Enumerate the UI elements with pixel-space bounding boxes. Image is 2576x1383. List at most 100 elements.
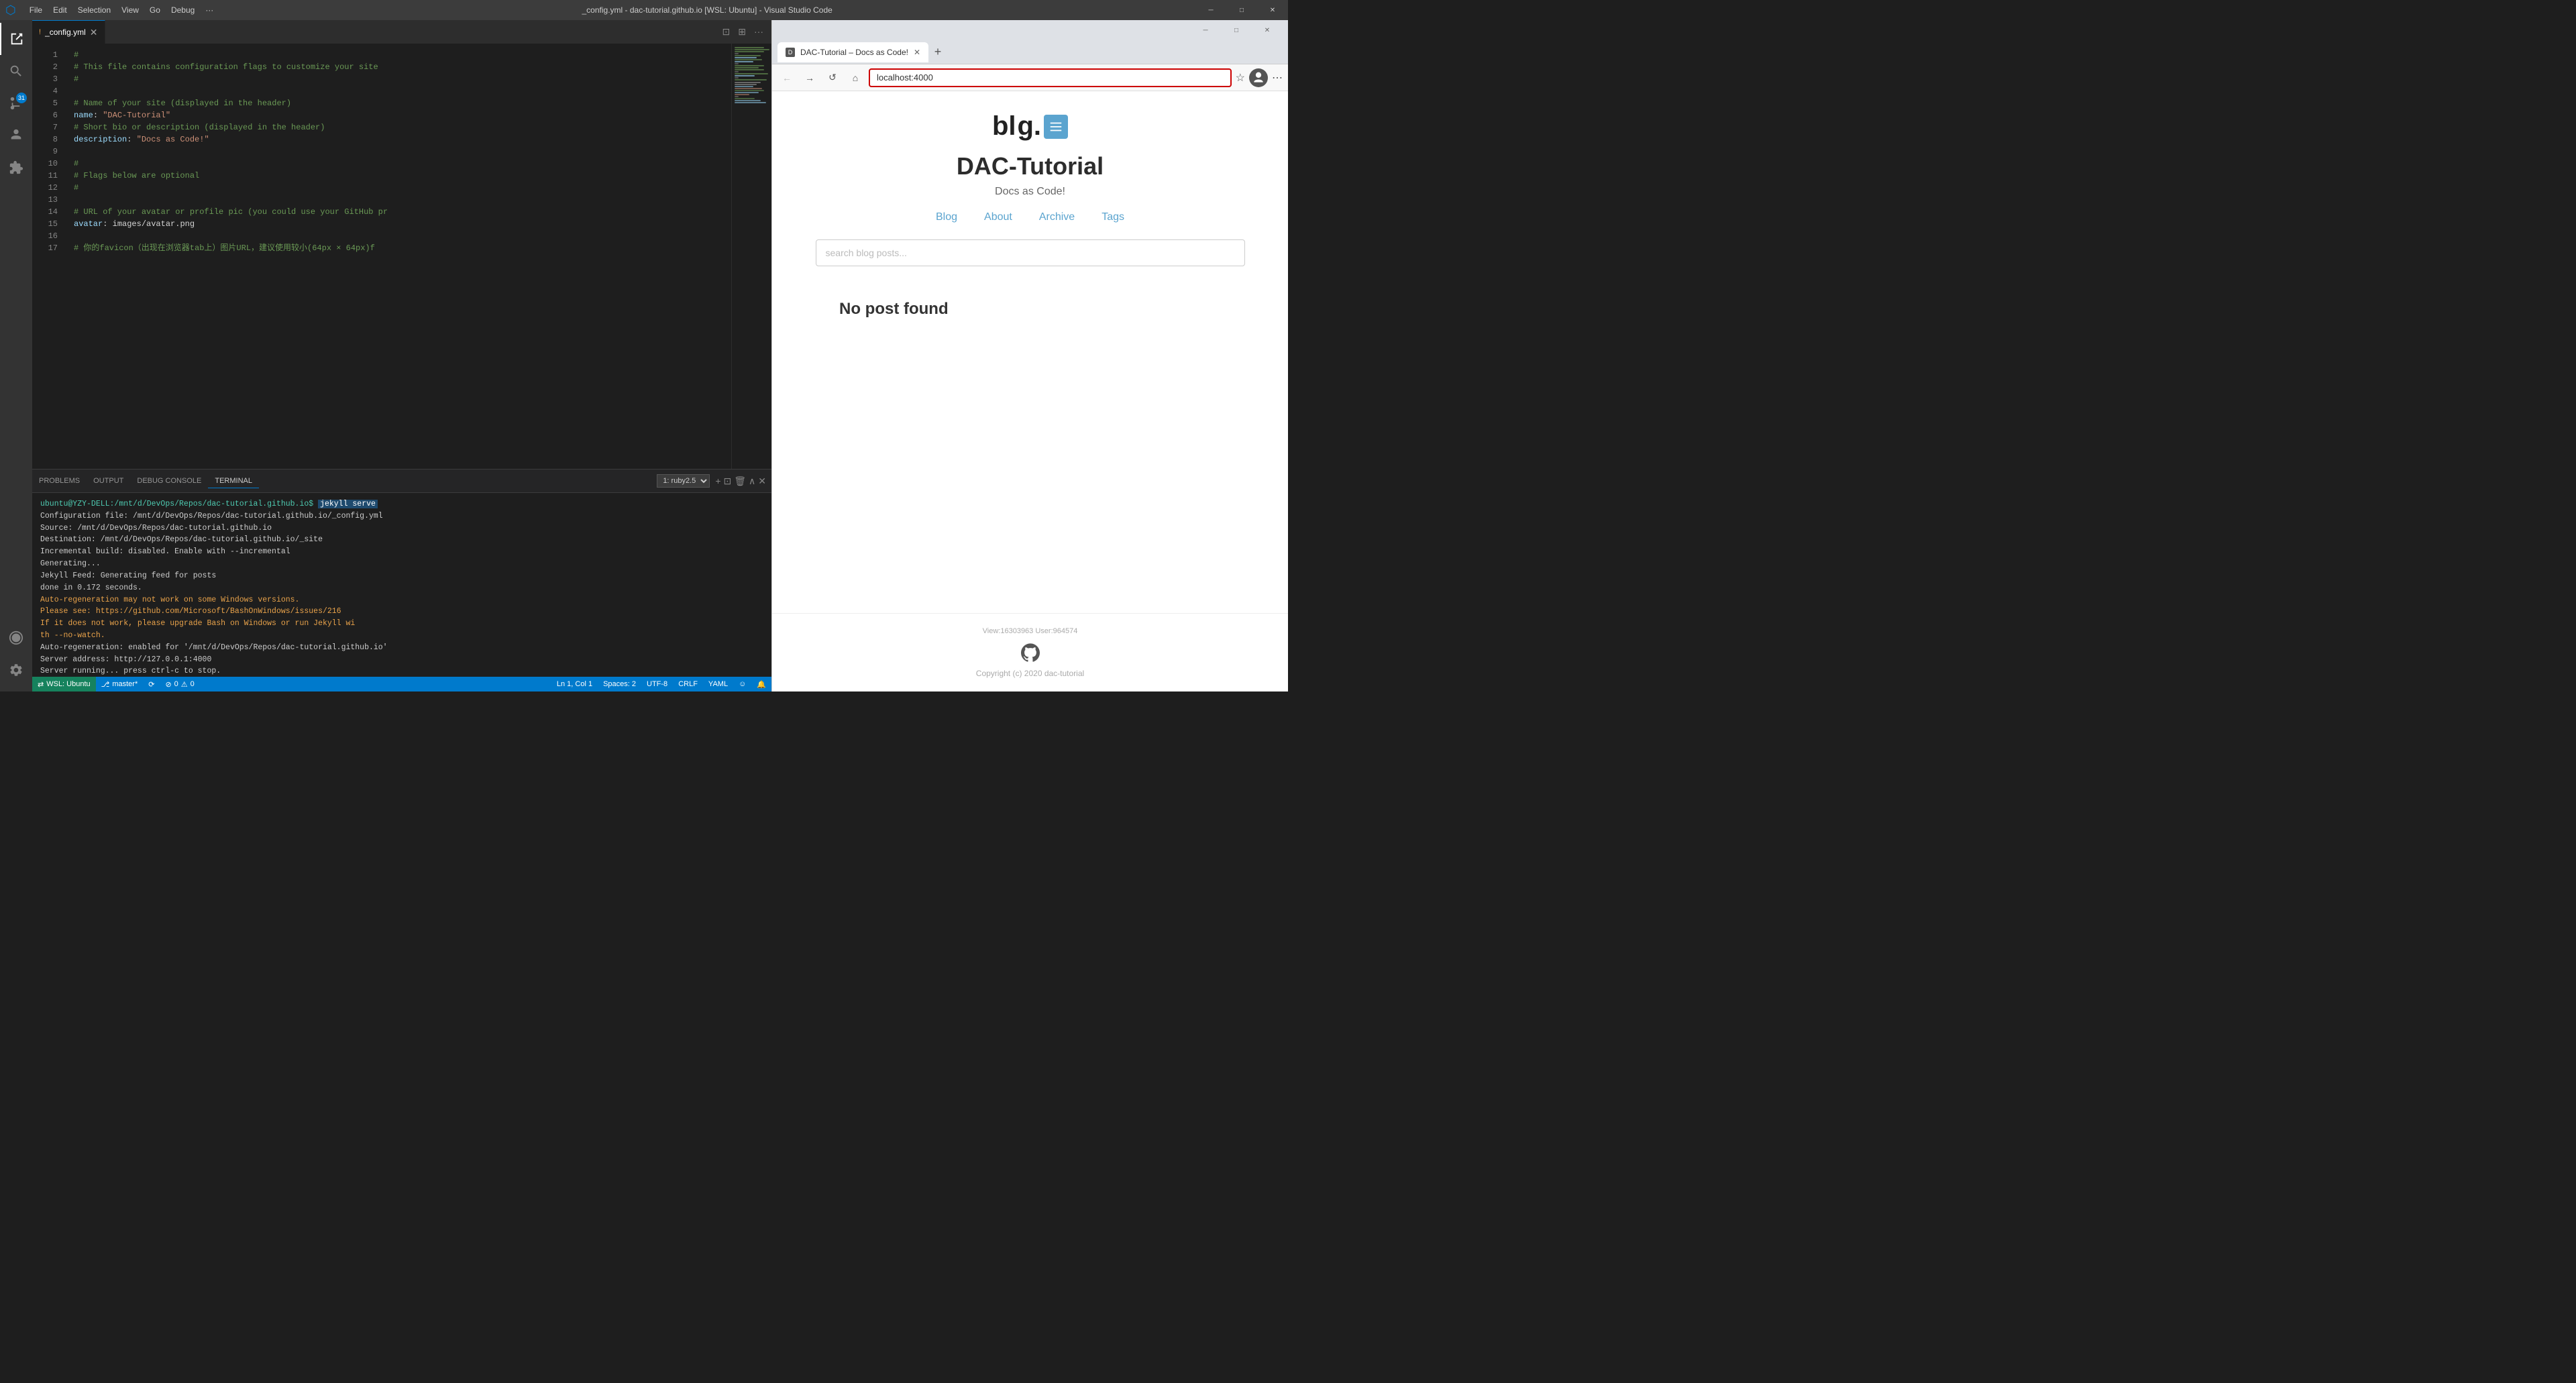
browser-maximize-button[interactable]: □ [1221,20,1252,40]
menu-file[interactable]: File [24,3,48,17]
activity-remote[interactable] [0,622,32,654]
menu-edit[interactable]: Edit [48,3,72,17]
split-editor-button[interactable]: ⊡ [720,25,733,39]
code-line-11: # Flags below are optional [74,170,723,182]
browser-minimize-button[interactable]: ─ [1190,20,1221,40]
minimap [731,44,771,469]
title-bar: ⬡ File Edit Selection View Go Debug ··· … [0,0,1288,20]
activity-settings[interactable] [0,654,32,686]
status-wsl-label: WSL: Ubuntu [46,680,90,688]
code-line-16 [74,230,723,242]
activity-source-control[interactable]: 31 [0,87,32,119]
close-terminal-button[interactable]: ✕ [758,476,766,487]
menu-view[interactable]: View [116,3,144,17]
nav-archive[interactable]: Archive [1039,211,1075,223]
menu-go[interactable]: Go [144,3,166,17]
activity-extensions[interactable] [0,152,32,184]
minimize-button[interactable]: ─ [1195,0,1226,20]
close-button[interactable]: ✕ [1257,0,1288,20]
tab-close-button[interactable]: ✕ [90,27,98,38]
editor-layout-button[interactable]: ⊞ [735,25,749,39]
back-button[interactable]: ← [777,68,796,87]
code-line-12: # [74,182,723,194]
activity-bar: 31 [0,20,32,692]
browser-window-controls: ─ □ ✕ [1190,20,1283,40]
address-bar[interactable]: localhost:4000 [869,68,1232,87]
sync-icon: ⟳ [148,680,154,689]
tab-output[interactable]: OUTPUT [87,474,130,488]
main-layout: 31 ! _config.yml ✕ [0,20,1288,692]
tab-terminal[interactable]: TERMINAL [208,474,259,488]
terminal-line-2: Source: /mnt/d/DevOps/Repos/dac-tutorial… [40,522,763,535]
refresh-button[interactable]: ↺ [823,68,842,87]
nav-about[interactable]: About [984,211,1012,223]
blog-logo-dot: g. [1018,111,1042,142]
nav-tags[interactable]: Tags [1102,211,1124,223]
bookmark-button[interactable]: ☆ [1236,71,1245,85]
footer-stats: View:16303963 User:964574 [786,627,1275,635]
github-icon[interactable] [1021,643,1040,662]
footer-copyright: Copyright (c) 2020 dac-tutorial [786,669,1275,678]
terminal-line-4: Incremental build: disabled. Enable with… [40,546,763,558]
menu-debug[interactable]: Debug [166,3,200,17]
new-terminal-button[interactable]: + [715,476,720,487]
status-feedback[interactable]: ☺ [733,680,751,688]
browser-tab-close[interactable]: ✕ [914,48,920,57]
search-placeholder-text: search blog posts... [826,247,907,258]
search-box[interactable]: search blog posts... [816,239,1245,266]
browser-active-tab[interactable]: D DAC-Tutorial – Docs as Code! ✕ [777,42,928,62]
status-language[interactable]: YAML [703,680,733,688]
browser-close-button[interactable]: ✕ [1252,20,1283,40]
terminal-body[interactable]: ubuntu@YZY-DELL:/mnt/d/DevOps/Repos/dac-… [32,493,771,677]
menu-selection[interactable]: Selection [72,3,116,17]
code-line-17: # 你的favicon（出现在浏览器tab上）图片URL，建议使用较小(64px… [74,242,723,254]
status-bell[interactable]: 🔔 [751,680,771,689]
status-line-ending[interactable]: CRLF [673,680,703,688]
status-remote[interactable]: ⇄ WSL: Ubuntu [32,677,96,692]
terminal-line-10: If it does not work, please upgrade Bash… [40,618,763,630]
tab-debug-console[interactable]: DEBUG CONSOLE [130,474,208,488]
window-title: _config.yml - dac-tutorial.github.io [WS… [219,5,1195,15]
tab-problems[interactable]: PROBLEMS [32,474,87,488]
remote-icon: ⇄ [38,680,44,689]
editor-content-area: 12345 678910 1112131415 1617 # # This fi… [32,44,771,469]
status-position[interactable]: Ln 1, Col 1 [551,680,598,688]
blog-site-title: DAC-Tutorial [816,152,1245,180]
delete-terminal-button[interactable]: 🗑 [734,476,746,487]
browser-footer: View:16303963 User:964574 Copyright (c) … [772,613,1288,692]
status-branch[interactable]: ⎇ master* [96,677,144,692]
terminal-line-8: Auto-regeneration may not work on some W… [40,594,763,606]
status-encoding[interactable]: UTF-8 [641,680,673,688]
menu-more[interactable]: ··· [200,3,219,17]
status-indentation[interactable]: Spaces: 2 [598,680,641,688]
editor-area: ! _config.yml ✕ ⊡ ⊞ ··· 12345 678910 111… [32,20,771,469]
tab-config-yml[interactable]: ! _config.yml ✕ [32,20,105,44]
status-sync[interactable]: ⟳ [143,677,160,692]
terminal-prompt-line: ubuntu@YZY-DELL:/mnt/d/DevOps/Repos/dac-… [40,498,763,510]
blog-site-subtitle: Docs as Code! [816,186,1245,198]
shell-selector[interactable]: 1: ruby2.5 [657,474,710,488]
blog-logo-area: bl g. [816,111,1245,142]
forward-button[interactable]: → [800,68,819,87]
status-errors[interactable]: ⊘ 0 ⚠ 0 [160,677,199,692]
code-line-1: # [74,49,723,61]
terminal-prompt: ubuntu@YZY-DELL:/mnt/d/DevOps/Repos/dac-… [40,500,313,508]
new-tab-button[interactable]: + [928,43,947,62]
code-editor[interactable]: # # This file contains configuration fla… [66,44,731,469]
tab-label: _config.yml [45,27,86,37]
maximize-terminal-button[interactable]: ∧ [749,476,755,487]
menu-bar: File Edit Selection View Go Debug ··· [24,3,219,17]
maximize-button[interactable]: □ [1226,0,1257,20]
status-right: Ln 1, Col 1 Spaces: 2 UTF-8 CRLF YAML ☺ [551,680,771,689]
browser-more-button[interactable]: ⋯ [1272,71,1283,85]
split-terminal-button[interactable]: ⊡ [724,476,732,487]
activity-search[interactable] [0,55,32,87]
profile-button[interactable] [1249,68,1268,87]
nav-blog[interactable]: Blog [936,211,957,223]
terminal-line-1: Configuration file: /mnt/d/DevOps/Repos/… [40,510,763,522]
activity-debug[interactable] [0,119,32,152]
activity-explorer[interactable] [0,23,32,55]
home-button[interactable]: ⌂ [846,68,865,87]
title-bar-left: ⬡ [0,3,24,17]
more-actions-button[interactable]: ··· [751,25,766,39]
